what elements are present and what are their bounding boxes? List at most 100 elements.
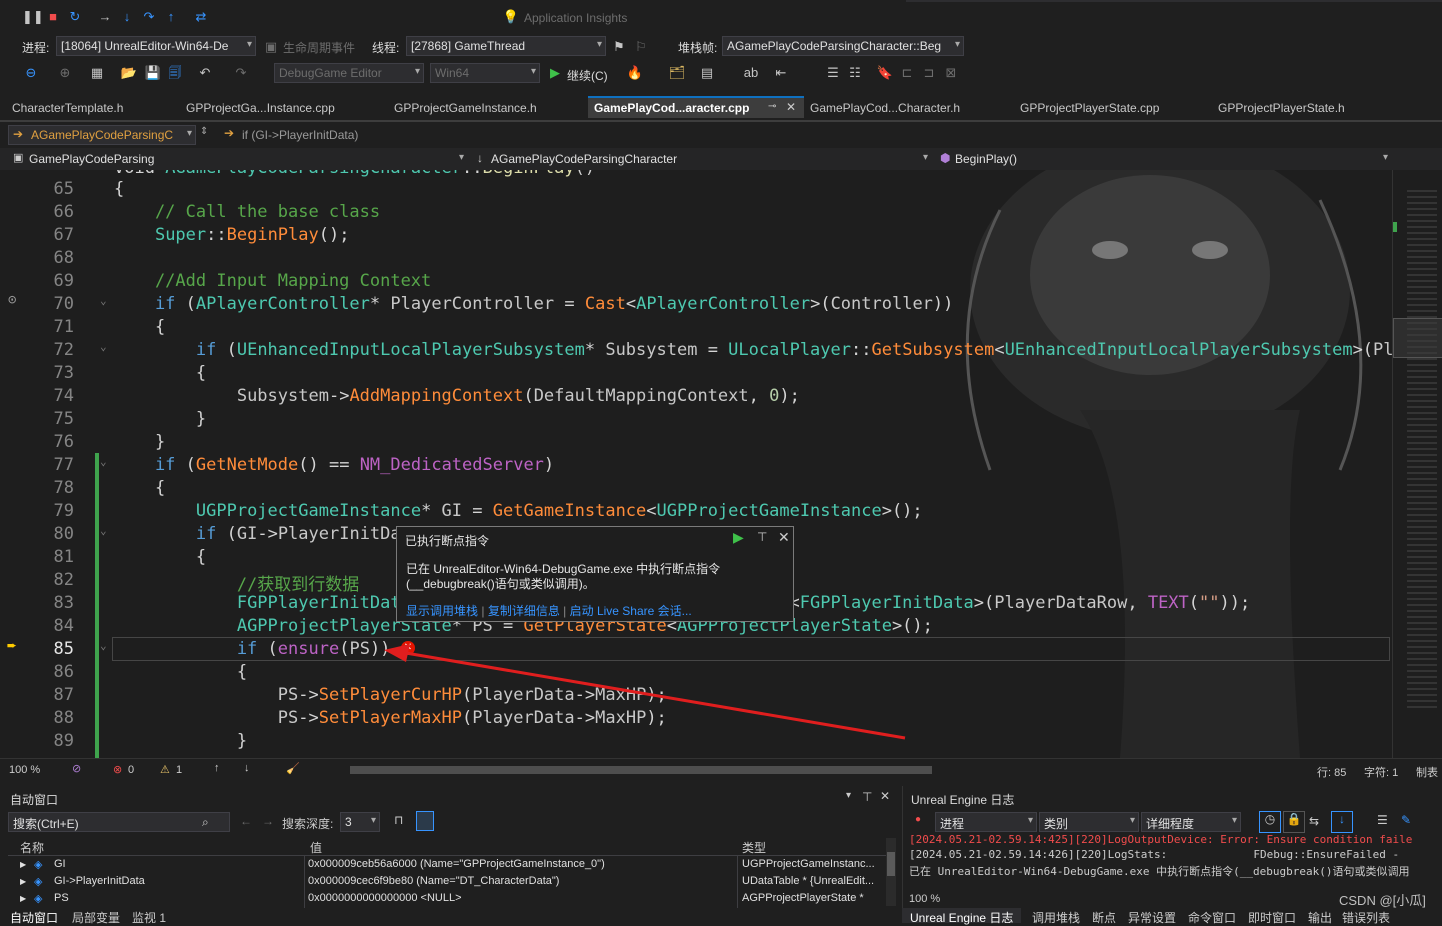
- error-count[interactable]: 0: [128, 764, 134, 776]
- ue-log-output[interactable]: [2024.05.21-02.59.14:425][220]LogOutputD…: [903, 834, 1442, 892]
- navigate-back-icon[interactable]: ⊖: [22, 64, 40, 82]
- verbosity-filter[interactable]: 详细程度: [1141, 812, 1241, 832]
- code-editor[interactable]: ⊙ ➨ void AGamePlayCodeParsingCharacter::…: [0, 170, 1392, 758]
- tab-gameplaycodeparsingcharacter-h[interactable]: GamePlayCod...Character.h: [804, 98, 966, 120]
- tab-exception-settings[interactable]: 异常设置: [1128, 909, 1176, 926]
- table-row[interactable]: ▶ ◈ GI->PlayerInitData 0x000009cec6f9be8…: [8, 874, 896, 891]
- close-popup-icon[interactable]: ✕: [778, 529, 790, 546]
- autos-menu-icon[interactable]: ▾: [846, 790, 851, 801]
- tab-locals[interactable]: 局部变量: [72, 909, 120, 926]
- view-icon[interactable]: [416, 811, 434, 831]
- redo-icon[interactable]: ↷: [232, 64, 250, 82]
- configuration-select[interactable]: DebugGame Editor: [274, 63, 424, 83]
- category-filter[interactable]: 类别: [1039, 812, 1139, 832]
- tab-breakpoints[interactable]: 断点: [1092, 909, 1116, 926]
- uncomment-icon[interactable]: ☷: [846, 64, 864, 82]
- horizontal-scrollbar[interactable]: [350, 766, 932, 774]
- expand-icon[interactable]: ▶: [20, 860, 26, 869]
- autos-scrollbar[interactable]: [886, 838, 896, 906]
- tab-gpprojectplayerstate-h[interactable]: GPProjectPlayerState.h: [1212, 98, 1351, 120]
- comment-icon[interactable]: ☰: [824, 64, 842, 82]
- break-all-icon[interactable]: ❚❚: [22, 8, 44, 26]
- new-project-icon[interactable]: ▦: [88, 64, 106, 82]
- col-name[interactable]: 名称: [20, 839, 44, 856]
- bookmark-icon[interactable]: 🔖: [876, 64, 894, 82]
- table-row[interactable]: ▶ ◈ PS 0x0000000000000000 <NULL> AGPProj…: [8, 891, 896, 908]
- cleanup-icon[interactable]: 🧹: [286, 762, 300, 775]
- exception-icon[interactable]: ✕: [401, 641, 415, 655]
- tab-gameplaycodeparsingcharacter-cpp[interactable]: GamePlayCod...aracter.cpp ⊸ ✕: [588, 96, 804, 118]
- lifecycle-events-button[interactable]: 生命周期事件: [283, 39, 355, 56]
- copilot-icon[interactable]: ⊘: [72, 762, 81, 775]
- tab-charactertemplate-h[interactable]: CharacterTemplate.h: [6, 98, 129, 120]
- project-select[interactable]: ▣ GamePlayCodeParsing: [8, 149, 468, 169]
- process-select[interactable]: [18064] UnrealEditor-Win64-De: [56, 36, 256, 56]
- depth-select[interactable]: 3: [340, 812, 380, 832]
- tab-call-stack[interactable]: 调用堆栈: [1032, 909, 1080, 926]
- log-zoom[interactable]: 100 %: [909, 893, 940, 905]
- step-into-icon[interactable]: ↓: [118, 8, 136, 26]
- tab-immediate-window[interactable]: 即时窗口: [1248, 909, 1296, 926]
- autos-pin-icon[interactable]: ⊤: [862, 790, 872, 804]
- show-call-stack-link[interactable]: 显示调用堆栈: [406, 604, 478, 618]
- restart-icon[interactable]: ↻: [66, 8, 84, 26]
- tab-error-list[interactable]: 错误列表: [1342, 909, 1390, 926]
- format-icon[interactable]: ⇤: [772, 64, 790, 82]
- clock-icon[interactable]: ◷: [1259, 811, 1281, 833]
- autos-search-input[interactable]: 搜索(Ctrl+E): [8, 812, 230, 832]
- expand-icon[interactable]: ▶: [20, 877, 26, 886]
- clear-log-icon[interactable]: ☰: [1377, 813, 1388, 827]
- search-forward-icon[interactable]: →: [262, 814, 274, 828]
- navigate-forward-icon[interactable]: ⊕: [56, 64, 74, 82]
- step-out-icon[interactable]: ↑: [162, 8, 180, 26]
- stop-icon[interactable]: ■: [44, 8, 62, 26]
- col-type[interactable]: 类型: [742, 839, 766, 856]
- tab-gpprojectplayerstate-cpp[interactable]: GPProjectPlayerState.cpp: [1014, 98, 1165, 120]
- wrap-icon[interactable]: ⇆: [1309, 814, 1319, 828]
- lock-icon[interactable]: 🔒: [1283, 811, 1305, 833]
- expand-icon[interactable]: ▶: [20, 894, 26, 903]
- edit-filter-icon[interactable]: ✎: [1401, 813, 1411, 827]
- scroll-to-end-icon[interactable]: ↓: [1331, 811, 1353, 833]
- hot-reload-icon[interactable]: ⇄: [192, 8, 210, 26]
- flag-threads-icon[interactable]: ⚐: [632, 38, 650, 56]
- tab-gpprojectgameinstance-h[interactable]: GPProjectGameInstance.h: [388, 98, 543, 120]
- table-row[interactable]: ▶ ◈ GI 0x000009ceb56a6000 (Name="GPProje…: [8, 857, 896, 874]
- clear-bookmarks-icon[interactable]: ⊠: [942, 64, 960, 82]
- stackframe-select[interactable]: AGamePlayCodeParsingCharacter::Beg: [722, 36, 964, 56]
- updown-icon[interactable]: ⇕: [200, 126, 208, 137]
- close-icon[interactable]: ✕: [786, 100, 796, 114]
- window-layout-icon[interactable]: ▤: [698, 64, 716, 82]
- process-filter[interactable]: 进程: [935, 812, 1037, 832]
- platform-select[interactable]: Win64: [430, 63, 540, 83]
- pin-icon[interactable]: ⊸: [768, 101, 776, 112]
- next-bookmark-icon[interactable]: ⊐: [920, 64, 938, 82]
- app-insights-button[interactable]: Application Insights: [524, 11, 627, 25]
- hot-reload-flame-icon[interactable]: 🔥: [626, 64, 644, 82]
- next-issue-icon[interactable]: ↓: [244, 762, 250, 774]
- save-all-icon[interactable]: 🗐: [166, 64, 184, 82]
- tab-ue-log[interactable]: Unreal Engine 日志: [902, 908, 1022, 925]
- error-count-icon[interactable]: ⊗: [113, 763, 122, 776]
- prev-issue-icon[interactable]: ↑: [214, 762, 220, 774]
- play-icon[interactable]: ▶: [733, 529, 744, 546]
- continue-button[interactable]: 继续(C): [567, 67, 608, 84]
- search-icon[interactable]: ⌕: [202, 815, 209, 830]
- prev-bookmark-icon[interactable]: ⊏: [898, 64, 916, 82]
- tab-autos[interactable]: 自动窗口: [10, 909, 58, 926]
- warning-count-icon[interactable]: ⚠: [160, 763, 170, 776]
- class-select[interactable]: ↓ AGamePlayCodeParsingCharacter: [472, 149, 932, 169]
- tabs-mode[interactable]: 制表: [1416, 764, 1438, 780]
- tab-watch-1[interactable]: 监视 1: [132, 909, 166, 926]
- breakpoint-location[interactable]: if (GI->PlayerInitData): [242, 128, 358, 142]
- solution-explorer-icon[interactable]: 🗂: [668, 64, 686, 82]
- autos-scroll-thumb[interactable]: [887, 852, 895, 876]
- record-icon[interactable]: ●: [915, 814, 921, 825]
- spell-check-icon[interactable]: ab: [742, 64, 760, 82]
- autos-close-icon[interactable]: ✕: [880, 789, 890, 803]
- scope-select[interactable]: ➔ AGamePlayCodeParsingC: [8, 125, 196, 145]
- open-file-icon[interactable]: 📂: [120, 64, 138, 82]
- warning-count[interactable]: 1: [176, 764, 182, 776]
- copy-details-link[interactable]: 复制详细信息: [488, 604, 560, 618]
- tab-command-window[interactable]: 命令窗口: [1188, 909, 1236, 926]
